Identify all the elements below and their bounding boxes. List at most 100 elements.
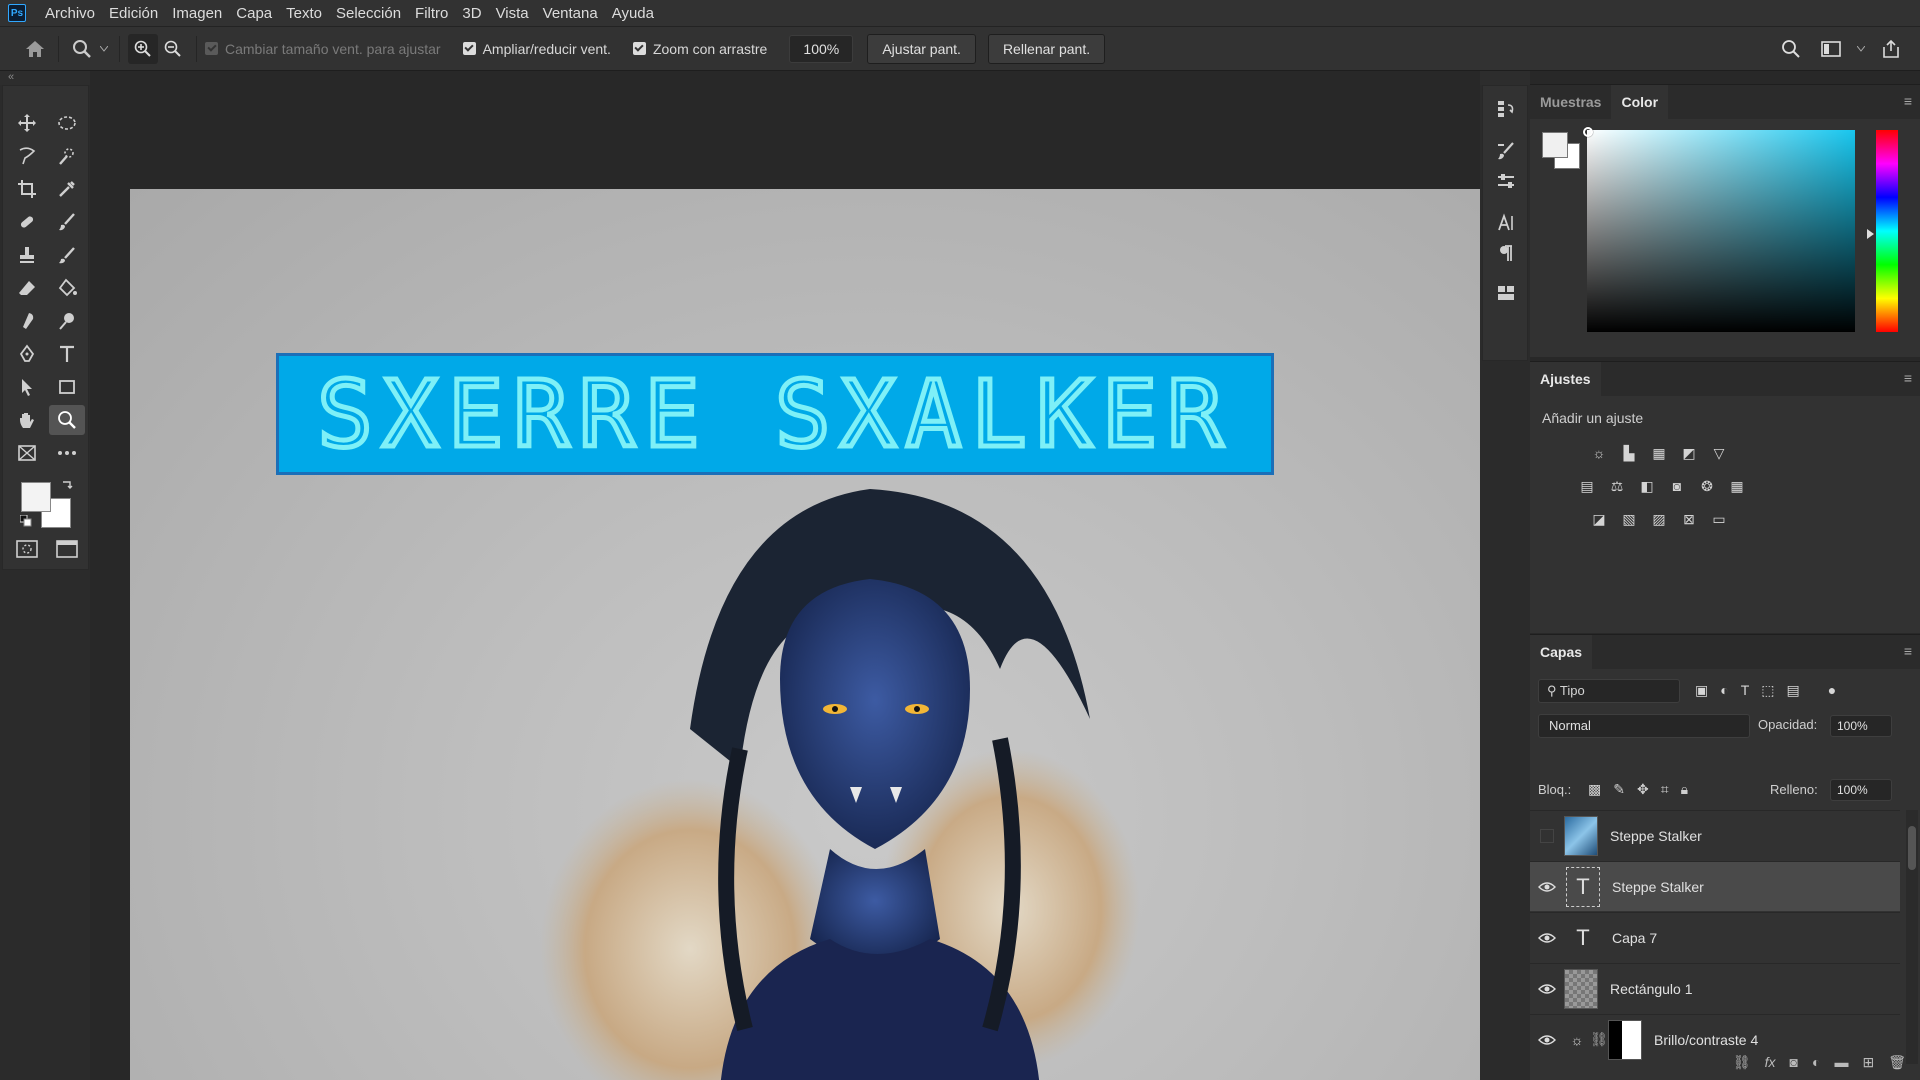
move-tool-icon[interactable] [9, 108, 45, 138]
zoom-percent-field[interactable]: 100% [789, 34, 854, 63]
zoom-all-windows-checkbox[interactable]: Ampliar/reducir vent. [462, 41, 611, 57]
clone-stamp-tool-icon[interactable] [9, 240, 45, 270]
vibrance-icon[interactable]: ▽ [1708, 442, 1730, 464]
tab-layers[interactable]: Capas [1530, 635, 1593, 669]
screen-mode-icon[interactable] [49, 534, 85, 564]
marquee-tool-icon[interactable] [49, 108, 85, 138]
more-tools-icon[interactable] [49, 438, 85, 468]
rectangle-tool-icon[interactable] [49, 372, 85, 402]
layer-row[interactable]: Rectángulo 1 [1530, 963, 1900, 1013]
eraser-tool-icon[interactable] [9, 273, 45, 303]
invert-icon[interactable]: ◪ [1588, 508, 1610, 530]
gradient-map-icon[interactable]: ▭ [1708, 508, 1730, 530]
lock-all-icon[interactable]: 🔒︎ [1681, 781, 1688, 798]
menu-texto[interactable]: Texto [279, 0, 329, 27]
checkbox-box[interactable] [205, 42, 218, 55]
fill-field[interactable]: 100% [1830, 779, 1892, 801]
chevron-down-icon[interactable] [1856, 34, 1866, 64]
document-workspace[interactable]: SXERRE SXALKER [90, 71, 1480, 1080]
posterize-icon[interactable]: ▧ [1618, 508, 1640, 530]
layer-name[interactable]: Capa 7 [1612, 930, 1657, 946]
channel-mixer-icon[interactable]: ❂ [1696, 475, 1718, 497]
add-mask-icon[interactable]: ◙ [1790, 1054, 1798, 1070]
tab-adjustments[interactable]: Ajustes [1530, 362, 1601, 396]
libraries-panel-icon[interactable] [1490, 278, 1522, 308]
workspace-icon[interactable] [1816, 34, 1846, 64]
fit-screen-button[interactable]: Ajustar pant. [867, 33, 976, 64]
properties-panel-icon[interactable] [1490, 166, 1522, 196]
blend-mode-select[interactable]: Normal [1538, 714, 1750, 738]
menu-seleccion[interactable]: Selección [329, 0, 408, 27]
zoom-in-icon[interactable] [128, 33, 158, 64]
filter-toggle-icon[interactable]: ● [1828, 682, 1836, 699]
menu-ventana[interactable]: Ventana [536, 0, 605, 27]
eyedropper-tool-icon[interactable] [49, 174, 85, 204]
exposure-icon[interactable]: ◩ [1678, 442, 1700, 464]
healing-brush-tool-icon[interactable] [9, 207, 45, 237]
dodge-tool-icon[interactable] [49, 306, 85, 336]
selective-color-icon[interactable]: ⊠ [1678, 508, 1700, 530]
photo-filter-icon[interactable]: ◙ [1666, 475, 1688, 497]
color-lookup-icon[interactable]: ▦ [1726, 475, 1748, 497]
filter-shape-icon[interactable]: ⬚ [1761, 682, 1774, 699]
type-tool-icon[interactable] [49, 339, 85, 369]
menu-ayuda[interactable]: Ayuda [605, 0, 661, 27]
black-white-icon[interactable]: ◧ [1636, 475, 1658, 497]
menu-imagen[interactable]: Imagen [165, 0, 229, 27]
brush-tool-icon[interactable] [49, 207, 85, 237]
layer-row[interactable]: Steppe Stalker [1530, 810, 1900, 860]
brightness-contrast-icon[interactable]: ☼ [1588, 442, 1610, 464]
lock-transparent-icon[interactable]: ▩ [1588, 781, 1601, 798]
layer-row[interactable]: T Capa 7 [1530, 912, 1900, 962]
quick-mask-icon[interactable] [9, 534, 45, 564]
panel-menu-icon[interactable]: ≡ [1904, 93, 1912, 109]
filter-smart-object-icon[interactable]: ▤ [1787, 682, 1800, 699]
new-group-icon[interactable]: ▬ [1834, 1054, 1848, 1070]
layer-name[interactable]: Steppe Stalker [1610, 828, 1702, 844]
checkbox-box[interactable] [632, 42, 646, 55]
smudge-tool-icon[interactable] [9, 306, 45, 336]
photoshop-logo[interactable]: Ps [8, 4, 26, 22]
hand-tool-icon[interactable] [9, 405, 45, 435]
filter-pixel-icon[interactable]: ▣ [1695, 682, 1708, 699]
filter-adjustment-icon[interactable]: ◐ [1720, 682, 1728, 699]
scrubby-zoom-checkbox[interactable]: Zoom con arrastre [632, 41, 767, 57]
zoom-tool-icon[interactable] [49, 405, 85, 435]
opacity-field[interactable]: 100% [1830, 715, 1892, 737]
tab-color[interactable]: Color [1611, 85, 1669, 119]
search-icon[interactable] [1776, 34, 1806, 64]
eye-icon[interactable] [1530, 881, 1564, 893]
checkbox-box[interactable] [462, 42, 476, 55]
new-adjustment-layer-icon[interactable]: ◐ [1812, 1054, 1820, 1070]
menu-3d[interactable]: 3D [455, 0, 488, 27]
layer-row[interactable]: T Steppe Stalker [1530, 861, 1900, 911]
layer-name[interactable]: Rectángulo 1 [1610, 981, 1693, 997]
hue-slider-handle[interactable] [1867, 229, 1874, 239]
path-selection-tool-icon[interactable] [9, 372, 45, 402]
chevron-down-icon[interactable] [97, 34, 111, 64]
brush-settings-icon[interactable] [1490, 136, 1522, 166]
paint-bucket-tool-icon[interactable] [49, 273, 85, 303]
home-icon[interactable] [20, 34, 50, 64]
zoom-tool-preset-icon[interactable] [67, 34, 97, 64]
color-picker-field[interactable] [1587, 130, 1855, 332]
tab-swatches[interactable]: Muestras [1530, 85, 1611, 119]
history-brush-tool-icon[interactable] [49, 240, 85, 270]
history-panel-icon[interactable] [1490, 94, 1522, 124]
character-panel-icon[interactable] [1490, 208, 1522, 238]
hue-saturation-icon[interactable]: ▤ [1576, 475, 1598, 497]
menu-capa[interactable]: Capa [229, 0, 279, 27]
link-layers-icon[interactable]: ⛓ [1733, 1054, 1751, 1071]
quick-selection-tool-icon[interactable] [49, 141, 85, 171]
curves-icon[interactable]: ▦ [1648, 442, 1670, 464]
crop-tool-icon[interactable] [9, 174, 45, 204]
panel-menu-icon[interactable]: ≡ [1904, 370, 1912, 386]
scrollbar-thumb[interactable] [1908, 826, 1916, 870]
paragraph-panel-icon[interactable] [1490, 238, 1522, 268]
menu-edicion[interactable]: Edición [102, 0, 165, 27]
color-foreground-swatch[interactable] [1542, 132, 1568, 158]
menu-archivo[interactable]: Archivo [38, 0, 102, 27]
lock-position-icon[interactable]: ✥ [1637, 781, 1649, 798]
toolbar-collapse-icon[interactable]: « [0, 71, 90, 85]
eye-icon[interactable] [1530, 983, 1564, 995]
